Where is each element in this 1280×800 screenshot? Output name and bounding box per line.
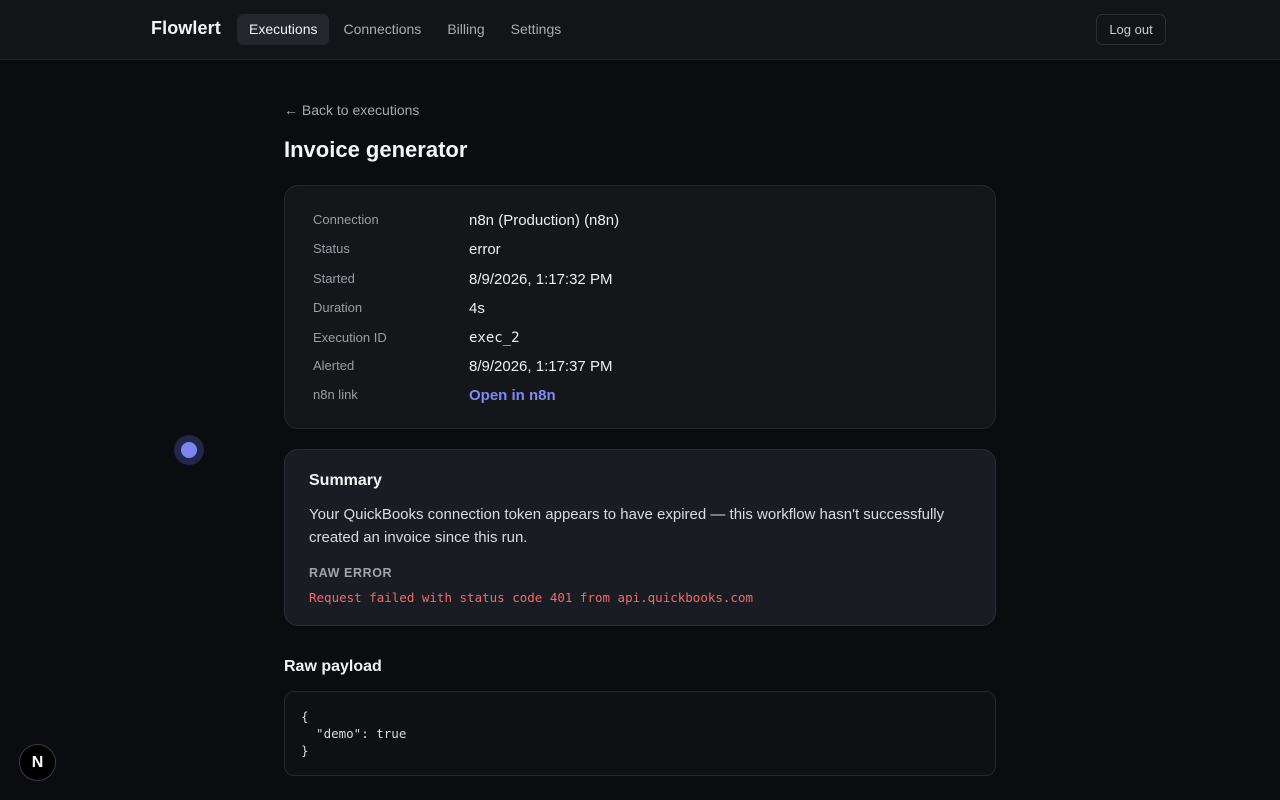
detail-row-started: Started 8/9/2026, 1:17:32 PM [313, 271, 973, 293]
n-badge-icon[interactable]: N [19, 744, 56, 781]
connection-label: Connection [313, 212, 379, 227]
summary-title: Summary [309, 472, 382, 489]
detail-row-n8n-link: n8n link Open in n8n [313, 387, 973, 409]
raw-error-label: RAW ERROR [309, 566, 393, 580]
detail-row-duration: Duration 4s [313, 300, 973, 322]
top-nav-bar: Flowlert Executions Connections Billing … [0, 0, 1280, 60]
raw-error-text: Request failed with status code 401 from… [309, 590, 754, 605]
nav-item-connections[interactable]: Connections [331, 14, 433, 45]
page-title: Invoice generator [284, 137, 468, 162]
back-to-executions-link[interactable]: ← Back to executions [284, 102, 419, 118]
execution-id-value: exec_2 [469, 330, 520, 346]
raw-payload-title: Raw payload [284, 658, 382, 675]
alerted-value: 8/9/2026, 1:17:37 PM [469, 358, 613, 375]
raw-payload-code: { "demo": true } [301, 709, 407, 758]
nav-item-settings[interactable]: Settings [499, 14, 574, 45]
raw-payload-box: { "demo": true } [284, 691, 996, 776]
connection-value: n8n (Production) (n8n) [469, 212, 620, 229]
duration-value: 4s [469, 300, 485, 317]
nav-item-executions[interactable]: Executions [237, 14, 330, 45]
duration-label: Duration [313, 300, 363, 315]
detail-row-status: Status error [313, 241, 973, 263]
alerted-label: Alerted [313, 358, 355, 373]
logout-button[interactable]: Log out [1096, 14, 1166, 45]
status-label: Status [313, 241, 350, 256]
started-label: Started [313, 271, 355, 286]
detail-row-execution-id: Execution ID exec_2 [313, 330, 973, 352]
nav-item-billing[interactable]: Billing [435, 14, 496, 45]
detail-row-alerted: Alerted 8/9/2026, 1:17:37 PM [313, 358, 973, 380]
started-value: 8/9/2026, 1:17:32 PM [469, 271, 613, 288]
main-nav: Executions Connections Billing Settings [237, 14, 575, 45]
n8n-link-label: n8n link [313, 387, 358, 402]
floating-indicator-dot [174, 435, 204, 465]
brand-logo[interactable]: Flowlert [151, 18, 221, 39]
summary-card: Summary Your QuickBooks connection token… [284, 449, 996, 626]
summary-text: Your QuickBooks connection token appears… [309, 506, 945, 546]
open-in-n8n-link[interactable]: Open in n8n [469, 387, 556, 404]
detail-row-connection: Connection n8n (Production) (n8n) [313, 212, 973, 234]
status-value: error [469, 241, 501, 258]
execution-details-card: Connection n8n (Production) (n8n) Status… [284, 185, 996, 429]
execution-id-label: Execution ID [313, 330, 387, 345]
